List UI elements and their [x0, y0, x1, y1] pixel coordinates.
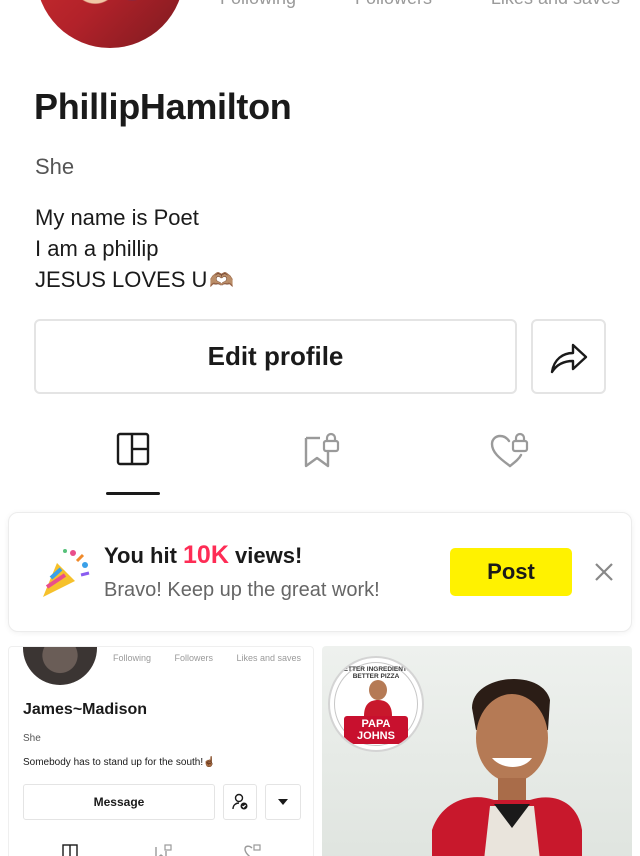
- caret-down-icon: [278, 799, 288, 805]
- heart-lock-icon: [490, 432, 529, 468]
- tab-saved[interactable]: [292, 432, 352, 492]
- grid-item-profile-screenshot[interactable]: Following Followers Likes and saves Jame…: [8, 646, 314, 856]
- profile-stats: Following Followers Likes and saves: [220, 0, 620, 9]
- share-button[interactable]: [531, 319, 606, 394]
- edit-profile-button[interactable]: Edit profile: [34, 319, 517, 394]
- party-popper-icon: [43, 549, 90, 597]
- likes-label[interactable]: Likes and saves: [491, 0, 620, 9]
- mini-heart-lock-icon: [244, 844, 261, 856]
- post-button[interactable]: Post: [450, 548, 572, 596]
- person-photo: [432, 678, 582, 856]
- profile-tabs: [0, 432, 640, 498]
- mini-bio: Somebody has to stand up for the south!☝…: [23, 757, 216, 768]
- tab-liked[interactable]: [480, 432, 540, 492]
- mini-following-button: [223, 784, 257, 820]
- mini-following-label: Following: [113, 653, 152, 663]
- milestone-highlight: 10K: [183, 541, 229, 569]
- mini-followers-label: Followers: [174, 653, 213, 663]
- mini-pronoun: She: [23, 733, 41, 744]
- badge-mascot: [364, 680, 392, 716]
- close-icon[interactable]: [593, 561, 615, 583]
- tab-active-indicator: [106, 492, 160, 495]
- bio-line-2: I am a phillip: [35, 236, 159, 261]
- mini-grid-icon: [62, 844, 78, 856]
- profile-bio: My name is Poet I am a phillip JESUS LOV…: [35, 202, 234, 297]
- milestone-subtitle: Bravo! Keep up the great work!: [104, 579, 380, 601]
- mini-username: James~Madison: [23, 701, 148, 718]
- profile-username: PhillipHamilton: [34, 86, 292, 127]
- user-check-icon: [232, 793, 248, 810]
- profile-avatar[interactable]: [36, 0, 184, 48]
- mini-avatar: [23, 647, 97, 685]
- badge-brand-text: PAPA JOHNS: [344, 716, 408, 744]
- heart-hands-icon: 🫶🏽: [209, 270, 235, 292]
- mini-tabs: [9, 841, 313, 856]
- profile-pronoun: She: [35, 154, 75, 179]
- mini-likes-label: Likes and saves: [236, 653, 301, 663]
- grid-item-photo[interactable]: BETTER INGREDIENTS. BETTER PIZZA PAPA JO…: [322, 646, 632, 856]
- mini-more-button: [265, 784, 301, 820]
- bookmark-lock-icon: [304, 432, 340, 468]
- tab-posts[interactable]: [103, 432, 163, 492]
- mini-bookmark-lock-icon: [155, 844, 172, 856]
- followers-label[interactable]: Followers: [355, 0, 432, 9]
- brand-badge: BETTER INGREDIENTS. BETTER PIZZA PAPA JO…: [328, 656, 424, 752]
- share-icon: [550, 343, 587, 373]
- mini-stats: Following Followers Likes and saves: [113, 653, 301, 663]
- grid-icon: [116, 432, 150, 466]
- bio-line-3: JESUS LOVES U 🫶🏽: [35, 264, 234, 297]
- milestone-card: You hit 10K views! Bravo! Keep up the gr…: [8, 512, 632, 632]
- following-label[interactable]: Following: [220, 0, 296, 9]
- bio-line-1: My name is Poet: [35, 205, 199, 230]
- milestone-title: You hit 10K views!: [104, 541, 303, 569]
- mini-message-button: Message: [23, 784, 215, 820]
